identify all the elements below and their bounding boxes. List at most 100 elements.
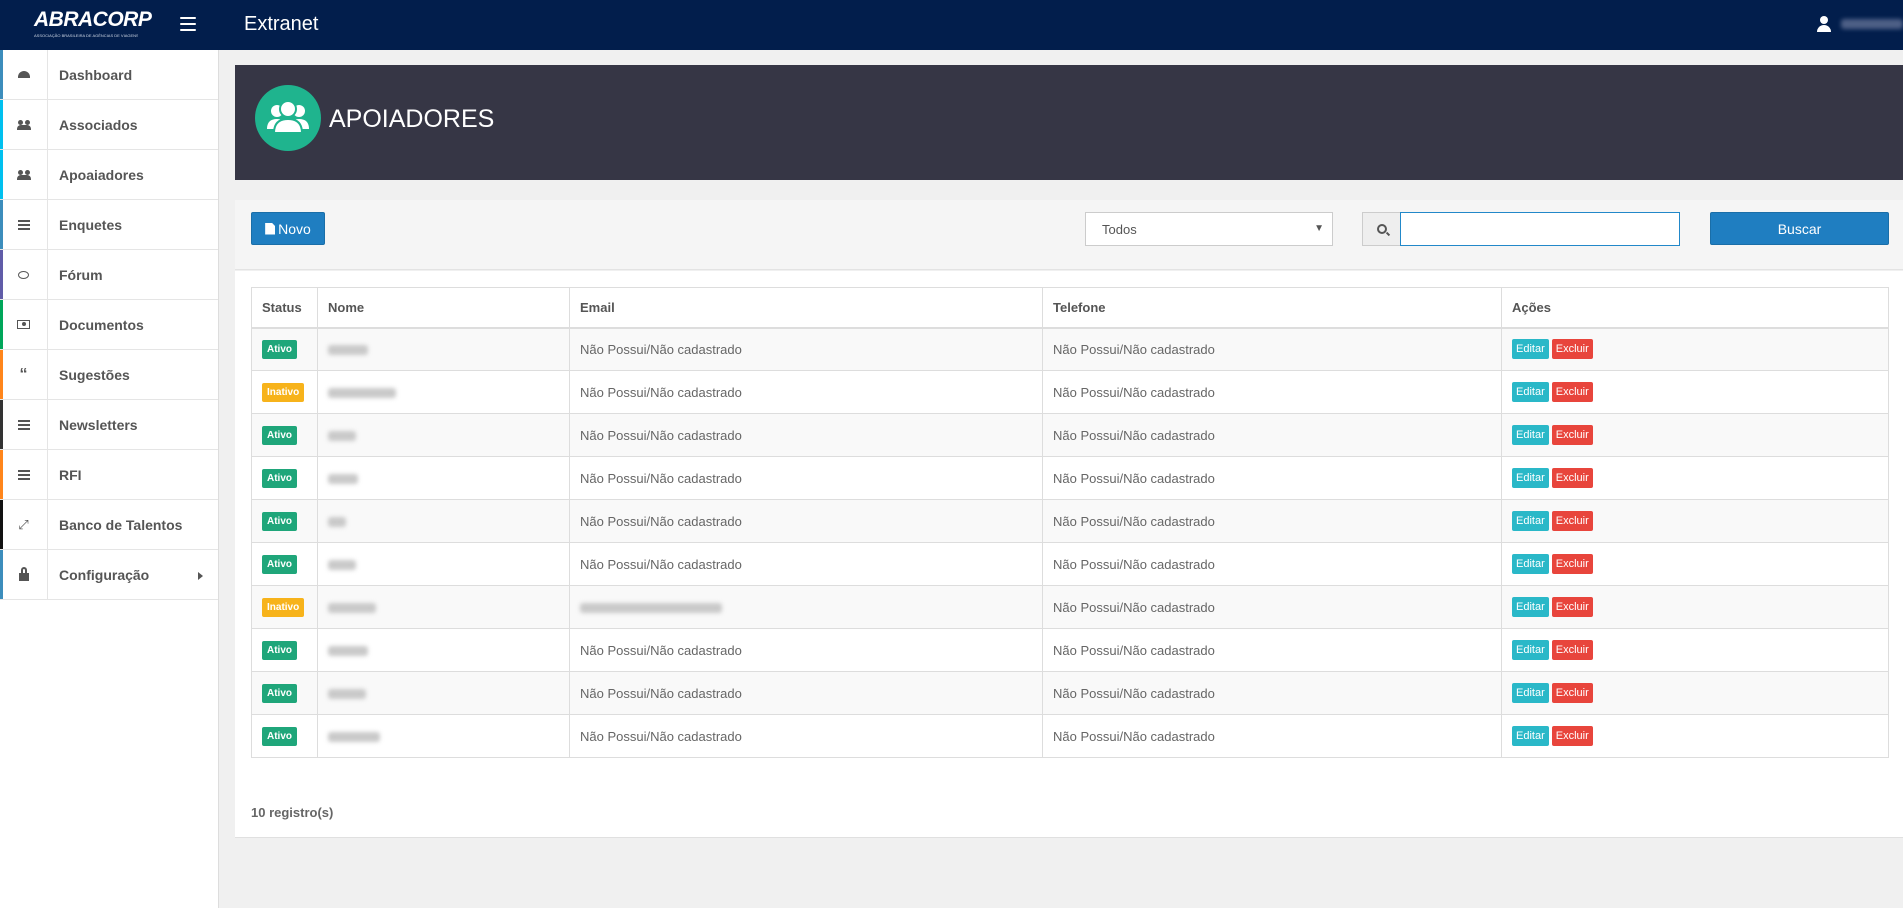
user-menu[interactable]	[1817, 13, 1903, 35]
dashboard-icon	[17, 71, 30, 78]
delete-button[interactable]: Excluir	[1551, 683, 1593, 703]
sidebar-item-configuracao[interactable]: Configuração	[0, 550, 218, 600]
sidebar-item-documentos[interactable]: Documentos	[0, 300, 218, 350]
delete-button[interactable]: Excluir	[1551, 554, 1593, 574]
sidebar-item-label: Apoaiadores	[59, 166, 144, 183]
delete-button[interactable]: Excluir	[1551, 339, 1593, 360]
new-button[interactable]: Novo	[251, 212, 325, 245]
status-badge: Ativo	[262, 683, 297, 703]
status-filter-value: Todos	[1102, 222, 1137, 237]
sidebar-item-label: Banco de Talentos	[59, 516, 183, 533]
email-value: Não Possui/Não cadastrado	[580, 470, 742, 486]
table-panel: Status Nome Email Telefone Ações Ativo Nã…	[235, 271, 1903, 838]
table-row: Ativo Não Possui/Não cadastrado Não Possui…	[251, 714, 1889, 758]
lock-icon	[18, 566, 29, 581]
caret-right-icon	[198, 572, 203, 580]
delete-button[interactable]: Excluir	[1551, 468, 1593, 488]
sidebar-item-enquetes[interactable]: Enquetes	[0, 200, 218, 250]
col-actions: Ações	[1501, 287, 1889, 329]
sidebar-item-associados[interactable]: Associados	[0, 100, 218, 150]
email-cell: Não Possui/Não cadastrado	[569, 542, 1043, 586]
sidebar-icon-cell	[0, 50, 48, 99]
search-button[interactable]: Buscar	[1710, 212, 1889, 245]
logo-subtitle: ASSOCIAÇÃO BRASILEIRA DE AGÊNCIAS DE VIA…	[34, 33, 138, 38]
file-icon	[265, 222, 276, 235]
delete-button[interactable]: Excluir	[1551, 382, 1593, 402]
comment-icon	[18, 270, 29, 279]
phone-value: Não Possui/Não cadastrado	[1053, 427, 1215, 443]
col-email[interactable]: Email	[569, 287, 1043, 329]
users-icon	[255, 85, 321, 151]
sidebar-item-sugestoes[interactable]: “ Sugestões	[0, 350, 218, 400]
name-cell	[317, 456, 570, 500]
user-icon	[1817, 16, 1831, 32]
name-redacted	[328, 431, 356, 442]
filter-toolbar: Novo Todos ▼ Buscar	[235, 200, 1903, 270]
edit-button[interactable]: Editar	[1512, 425, 1549, 445]
name-cell	[317, 413, 570, 457]
email-cell: Não Possui/Não cadastrado	[569, 327, 1043, 371]
phone-cell: Não Possui/Não cadastrado	[1042, 585, 1502, 629]
search-input[interactable]	[1400, 212, 1680, 246]
sidebar-item-rfi[interactable]: RFI	[0, 450, 218, 500]
sidebar-item-apoaiadores[interactable]: Apoaiadores	[0, 150, 218, 200]
menu-toggle-icon[interactable]	[180, 17, 196, 31]
sidebar-item-forum[interactable]: Fórum	[0, 250, 218, 300]
name-cell	[317, 370, 570, 414]
table-row: Ativo Não Possui/Não cadastrado Não Possui…	[251, 499, 1889, 543]
sidebar-item-accent	[0, 450, 3, 499]
delete-button[interactable]: Excluir	[1551, 511, 1593, 531]
delete-button[interactable]: Excluir	[1551, 640, 1593, 660]
sidebar-icon-cell	[0, 550, 48, 599]
email-cell	[569, 585, 1043, 629]
edit-button[interactable]: Editar	[1512, 511, 1549, 531]
sidebar-item-accent	[0, 100, 3, 149]
logo-text: ABRACORP	[34, 8, 152, 31]
name-redacted	[328, 388, 396, 399]
sidebar-item-accent	[0, 400, 3, 449]
table-header-row: Status Nome Email Telefone Ações	[251, 287, 1889, 329]
delete-button[interactable]: Excluir	[1551, 597, 1593, 617]
money-icon	[17, 320, 30, 329]
status-cell: Inativo	[251, 585, 318, 629]
edit-button[interactable]: Editar	[1512, 339, 1549, 360]
abracorp-logo[interactable]: ABRACORP ASSOCIAÇÃO BRASILEIRA DE AGÊNCI…	[34, 8, 152, 43]
table-row: Ativo Não Possui/Não cadastrado Não Possui…	[251, 542, 1889, 586]
col-phone[interactable]: Telefone	[1042, 287, 1502, 329]
sidebar-icon-cell: ⤢	[0, 500, 48, 549]
table-row: Ativo Não Possui/Não cadastrado Não Possui…	[251, 456, 1889, 500]
delete-button[interactable]: Excluir	[1551, 726, 1593, 746]
actions-cell: Editar Excluir	[1501, 413, 1889, 457]
sidebar-icon-cell	[0, 400, 48, 449]
actions-cell: Editar Excluir	[1501, 585, 1889, 629]
name-cell	[317, 585, 570, 629]
sidebar-item-accent	[0, 50, 3, 99]
edit-button[interactable]: Editar	[1512, 597, 1549, 617]
phone-cell: Não Possui/Não cadastrado	[1042, 456, 1502, 500]
sidebar-item-label: RFI	[59, 466, 82, 483]
status-filter-select[interactable]: Todos ▼	[1085, 212, 1333, 246]
status-badge: Inativo	[262, 382, 305, 402]
sidebar-item-banco-de-talentos[interactable]: ⤢ Banco de Talentos	[0, 500, 218, 550]
email-value: Não Possui/Não cadastrado	[580, 685, 742, 701]
sidebar-item-label: Newsletters	[59, 416, 138, 433]
sidebar-item-newsletters[interactable]: Newsletters	[0, 400, 218, 450]
edit-button[interactable]: Editar	[1512, 726, 1549, 746]
name-redacted	[328, 732, 380, 743]
edit-button[interactable]: Editar	[1512, 554, 1549, 574]
edit-button[interactable]: Editar	[1512, 468, 1549, 488]
name-redacted	[328, 603, 376, 614]
sidebar-item-accent	[0, 250, 3, 299]
delete-button[interactable]: Excluir	[1551, 425, 1593, 445]
edit-button[interactable]: Editar	[1512, 382, 1549, 402]
email-value: Não Possui/Não cadastrado	[580, 728, 742, 744]
sidebar-item-dashboard[interactable]: Dashboard	[0, 50, 218, 100]
email-cell: Não Possui/Não cadastrado	[569, 370, 1043, 414]
name-redacted	[328, 517, 346, 528]
sidebar-icon-cell: “	[0, 350, 48, 399]
col-status[interactable]: Status	[251, 287, 318, 329]
edit-button[interactable]: Editar	[1512, 683, 1549, 703]
sidebar-icon-cell	[0, 200, 48, 249]
edit-button[interactable]: Editar	[1512, 640, 1549, 660]
col-name[interactable]: Nome	[317, 287, 570, 329]
